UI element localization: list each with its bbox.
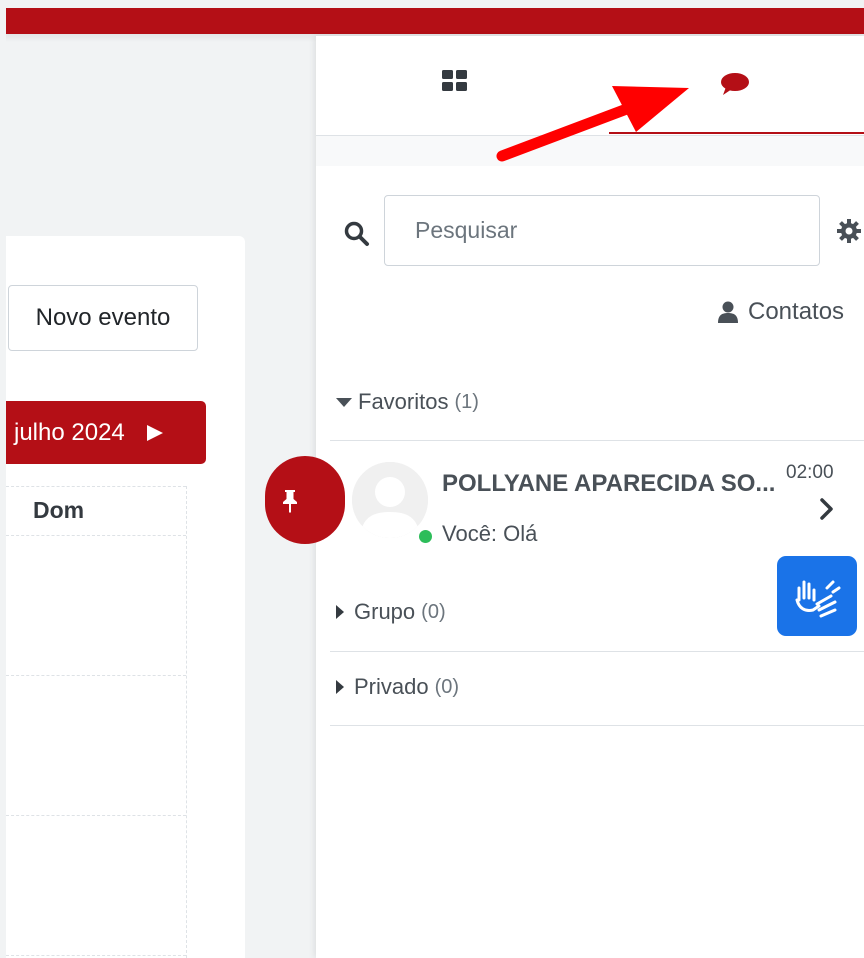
caret-right-icon xyxy=(336,680,344,694)
drawer-tabs xyxy=(316,36,864,136)
accessibility-button[interactable] xyxy=(777,556,857,636)
active-tab-indicator xyxy=(609,132,864,134)
search-input[interactable] xyxy=(384,195,820,266)
contacts-label: Contatos xyxy=(748,298,845,325)
chat-bubble-icon[interactable] xyxy=(720,72,750,101)
calendar-week-row xyxy=(6,675,186,676)
group-section-toggle[interactable]: Grupo (0) xyxy=(336,599,446,625)
calendar-week-row xyxy=(6,815,186,816)
current-month-label: julho 2024 xyxy=(14,418,125,446)
day-of-week-header: Dom xyxy=(6,486,186,536)
group-label: Grupo xyxy=(354,599,416,624)
private-label: Privado xyxy=(354,674,429,699)
avatar[interactable] xyxy=(352,462,428,538)
message-drawer: Contatos Favoritos (1) POLLYANE APARECID… xyxy=(316,36,864,958)
contacts-link[interactable]: Contatos xyxy=(718,298,844,326)
next-month-icon[interactable] xyxy=(146,424,163,441)
month-navigation[interactable]: julho 2024 xyxy=(6,401,206,464)
sign-language-icon xyxy=(795,580,841,618)
online-status-indicator xyxy=(419,530,432,543)
section-divider xyxy=(330,440,864,441)
group-count: (0) xyxy=(421,600,446,623)
new-event-button[interactable]: Novo evento xyxy=(8,285,198,351)
section-divider xyxy=(330,651,864,652)
section-divider xyxy=(330,725,864,726)
calendar-week-row xyxy=(6,955,186,956)
day-header-sunday: Dom xyxy=(33,497,85,523)
chevron-right-icon[interactable] xyxy=(820,498,834,525)
conversation-name[interactable]: POLLYANE APARECIDA SO... xyxy=(442,470,775,498)
grid-icon[interactable] xyxy=(442,70,468,97)
gear-icon[interactable] xyxy=(836,218,862,249)
drawer-spacer xyxy=(316,136,864,166)
top-navbar xyxy=(6,8,864,34)
caret-right-icon xyxy=(336,605,344,619)
user-icon xyxy=(718,301,738,323)
calendar-grid: Dom xyxy=(6,486,187,958)
favorites-section-toggle[interactable]: Favoritos (1) xyxy=(336,389,479,415)
caret-down-icon xyxy=(336,397,352,407)
favorites-label: Favoritos xyxy=(358,389,449,414)
private-count: (0) xyxy=(434,675,460,698)
private-section-toggle[interactable]: Privado (0) xyxy=(336,674,459,700)
search-icon xyxy=(344,221,370,252)
conversation-preview: Você: Olá xyxy=(442,521,538,546)
favorites-count: (1) xyxy=(454,390,479,413)
pin-drawer-button[interactable] xyxy=(265,456,345,544)
thumbtack-icon xyxy=(283,490,297,513)
conversation-time: 02:00 xyxy=(786,462,834,483)
